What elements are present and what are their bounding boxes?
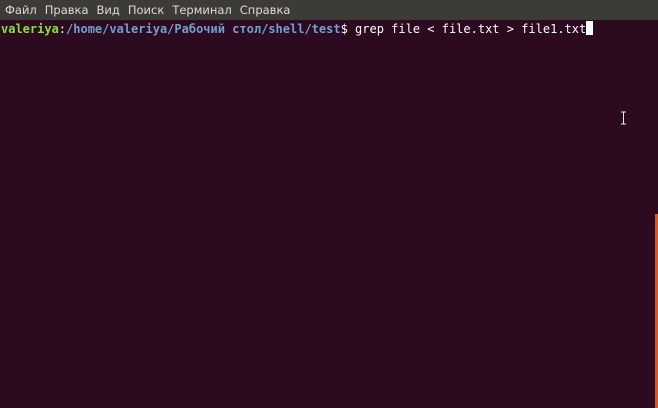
typed-command: grep file < file.txt > file1.txt xyxy=(347,22,587,36)
prompt-colon: : xyxy=(58,22,67,36)
prompt-path: /home/valeriya/Рабочий стол/shell/test xyxy=(66,22,341,36)
terminal-area[interactable]: valeriya:/home/valeriya/Рабочий стол/she… xyxy=(0,20,658,408)
menu-terminal[interactable]: Терминал xyxy=(169,0,236,20)
menu-view[interactable]: Вид xyxy=(94,0,125,20)
command-line: valeriya:/home/valeriya/Рабочий стол/she… xyxy=(1,21,594,37)
i-beam-cursor-icon xyxy=(621,111,626,125)
prompt-user: valeriya xyxy=(1,22,59,36)
terminal-window: Файл Правка Вид Поиск Терминал Справка v… xyxy=(0,0,658,408)
menu-bar: Файл Правка Вид Поиск Терминал Справка xyxy=(0,0,658,20)
menu-help[interactable]: Справка xyxy=(237,0,296,20)
menu-search[interactable]: Поиск xyxy=(125,0,169,20)
text-cursor xyxy=(586,21,594,35)
menu-edit[interactable]: Правка xyxy=(42,0,94,20)
menu-file[interactable]: Файл xyxy=(2,0,42,20)
prompt-symbol: $ xyxy=(340,22,348,36)
